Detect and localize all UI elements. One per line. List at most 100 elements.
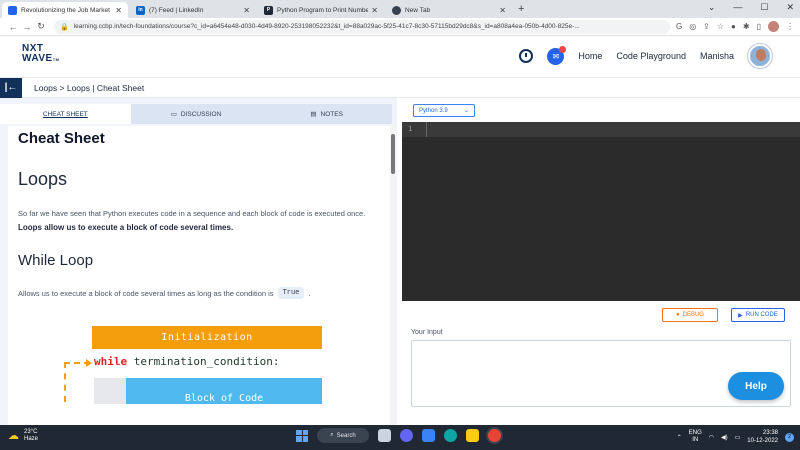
- clock[interactable]: 23:38 10-12-2022: [747, 429, 778, 445]
- search-label: Search: [336, 432, 356, 439]
- lock-icon[interactable]: 🔒: [60, 23, 69, 31]
- maximize-icon[interactable]: ☐: [760, 2, 768, 13]
- close-tab-icon[interactable]: ✕: [371, 6, 378, 15]
- close-tab-icon[interactable]: ✕: [243, 6, 250, 15]
- share-icon[interactable]: ⇪: [703, 22, 710, 31]
- minimize-icon[interactable]: —: [733, 2, 742, 13]
- tab-notes[interactable]: ▤ NOTES: [261, 104, 393, 124]
- chat-icon[interactable]: ✉: [547, 45, 567, 65]
- battery-icon[interactable]: ▭: [735, 434, 741, 441]
- notification-dot: [559, 45, 567, 53]
- nav-home[interactable]: Home: [578, 51, 602, 61]
- breadcrumb[interactable]: Loops > Loops | Cheat Sheet: [34, 83, 144, 93]
- language-indicator[interactable]: ENG IN: [689, 430, 702, 444]
- teams-icon[interactable]: [400, 429, 413, 442]
- chat-icon: ▭: [170, 111, 177, 118]
- extension-icon[interactable]: ●: [731, 22, 736, 31]
- tab-discussion[interactable]: ▭ DISCUSSION: [130, 104, 262, 124]
- browser-tab[interactable]: New Tab ✕: [386, 2, 512, 18]
- browser-tab[interactable]: P Python Program to Print Numbe ✕: [258, 2, 384, 18]
- tab-label: CHEAT SHEET: [42, 110, 88, 118]
- run-code-button[interactable]: ▶ RUN CODE: [731, 308, 785, 322]
- url-text: learning.ccbp.in/tech-foundations/course…: [73, 23, 580, 30]
- forward-icon[interactable]: →: [20, 22, 34, 32]
- windows-start-icon[interactable]: [296, 429, 308, 442]
- code-editor[interactable]: 1: [402, 122, 800, 301]
- indent-shade: [94, 378, 126, 404]
- browser-tab-title: Python Program to Print Numbe: [277, 6, 369, 14]
- help-button[interactable]: Help: [728, 372, 784, 400]
- input-label: Your Input: [411, 329, 443, 336]
- chevron-up-icon[interactable]: ⌃: [677, 434, 682, 441]
- stopwatch-icon[interactable]: [519, 49, 534, 63]
- taskbar-apps: ⌕ Search: [296, 428, 501, 443]
- chevron-down-icon: ⌄: [463, 108, 469, 114]
- lang-line2: IN: [692, 437, 699, 443]
- while-keyword: while: [94, 355, 128, 368]
- favicon-icon: [8, 5, 17, 15]
- close-window-icon[interactable]: ✕: [786, 2, 794, 13]
- scrollbar-thumb[interactable]: [391, 134, 395, 174]
- browser-tab[interactable]: in (7) Feed | LinkedIn ✕: [130, 2, 256, 18]
- header-nav: ✉ Home Code Playground Manisha: [519, 44, 772, 68]
- run-label: RUN CODE: [745, 312, 778, 318]
- store-icon[interactable]: [422, 429, 435, 442]
- content-tabs: CHEAT SHEET ▭ DISCUSSION ▤ NOTES: [0, 104, 393, 124]
- debug-button[interactable]: ● DEBUG: [662, 308, 718, 322]
- tab-search-icon[interactable]: ⌄: [708, 2, 716, 13]
- folder-icon[interactable]: [466, 429, 479, 442]
- star-icon[interactable]: ☆: [717, 22, 724, 31]
- weather-text: Haze: [24, 436, 39, 442]
- address-bar[interactable]: 🔒 learning.ccbp.in/tech-foundations/cour…: [54, 19, 670, 34]
- browser-tab[interactable]: Revolutionizing the Job Market | ✕: [2, 2, 128, 18]
- window-controls: ⌄ — ☐ ✕: [708, 2, 794, 13]
- close-tab-icon[interactable]: ✕: [499, 6, 506, 15]
- section-heading-while: While Loop: [18, 252, 94, 269]
- sidebar-toggle-button[interactable]: |←: [0, 77, 22, 98]
- user-avatar[interactable]: [748, 44, 772, 68]
- termination-condition: termination_condition:: [127, 355, 280, 368]
- initialization-box: Initialization: [92, 326, 322, 349]
- while-condition-line: while termination_condition:: [94, 355, 279, 368]
- menu-icon[interactable]: ⋮: [786, 22, 794, 31]
- reload-icon[interactable]: ↻: [34, 21, 48, 32]
- app-header: NXT WAVETM ✉ Home Code Playground Manish…: [0, 36, 800, 78]
- tab-cheat-sheet[interactable]: CHEAT SHEET: [0, 104, 131, 124]
- nxtwave-logo[interactable]: NXT WAVETM: [22, 44, 60, 65]
- linkedin-icon: in: [136, 5, 145, 15]
- wifi-icon[interactable]: ◠: [709, 434, 714, 441]
- browser-tab-bar: Revolutionizing the Job Market | ✕ in (7…: [0, 0, 800, 18]
- sidepanel-icon[interactable]: ▯: [757, 22, 761, 31]
- profile-avatar[interactable]: [768, 21, 779, 32]
- volume-icon[interactable]: ◀): [721, 434, 728, 441]
- user-name[interactable]: Manisha: [700, 51, 734, 61]
- nav-code-playground[interactable]: Code Playground: [616, 51, 686, 61]
- weather-icon: ☁: [8, 429, 19, 442]
- extensions-bar: G ◎ ⇪ ☆ ● ✱ ▯ ⋮: [676, 21, 794, 32]
- new-tab-button[interactable]: +: [518, 3, 524, 15]
- paragraph-text: Allows us to execute a block of code sev…: [18, 288, 274, 298]
- weather-widget[interactable]: ☁ 23°C Haze: [8, 429, 38, 443]
- puzzle-icon[interactable]: ✱: [743, 22, 750, 31]
- notes-icon: ▤: [310, 111, 317, 118]
- browser-tab-title: (7) Feed | LinkedIn: [149, 6, 204, 14]
- paragraph-text: .: [308, 288, 311, 298]
- content-scrollbar[interactable]: [390, 126, 396, 425]
- temperature: 23°C: [24, 429, 38, 435]
- file-manager-icon[interactable]: [378, 429, 391, 442]
- notification-badge[interactable]: 2: [785, 432, 794, 442]
- lens-icon[interactable]: ◎: [689, 22, 696, 31]
- browser-tab-title: Revolutionizing the Job Market |: [21, 6, 113, 14]
- while-loop-diagram: Initialization while termination_conditi…: [58, 324, 358, 404]
- system-tray: ⌃ ENG IN ◠ ◀) ▭ 23:38 10-12-2022 2: [677, 429, 794, 445]
- taskbar-search[interactable]: ⌕ Search: [317, 428, 369, 443]
- play-icon: ▶: [738, 312, 743, 319]
- chrome-icon: [392, 5, 401, 15]
- chrome-icon[interactable]: [488, 429, 501, 442]
- close-tab-icon[interactable]: ✕: [115, 6, 122, 15]
- gutter-divider: [426, 122, 427, 137]
- back-icon[interactable]: ←: [6, 22, 20, 32]
- edge-icon[interactable]: [444, 429, 457, 442]
- language-select[interactable]: Python 3.9 ⌄: [413, 104, 475, 117]
- google-icon[interactable]: G: [676, 22, 682, 31]
